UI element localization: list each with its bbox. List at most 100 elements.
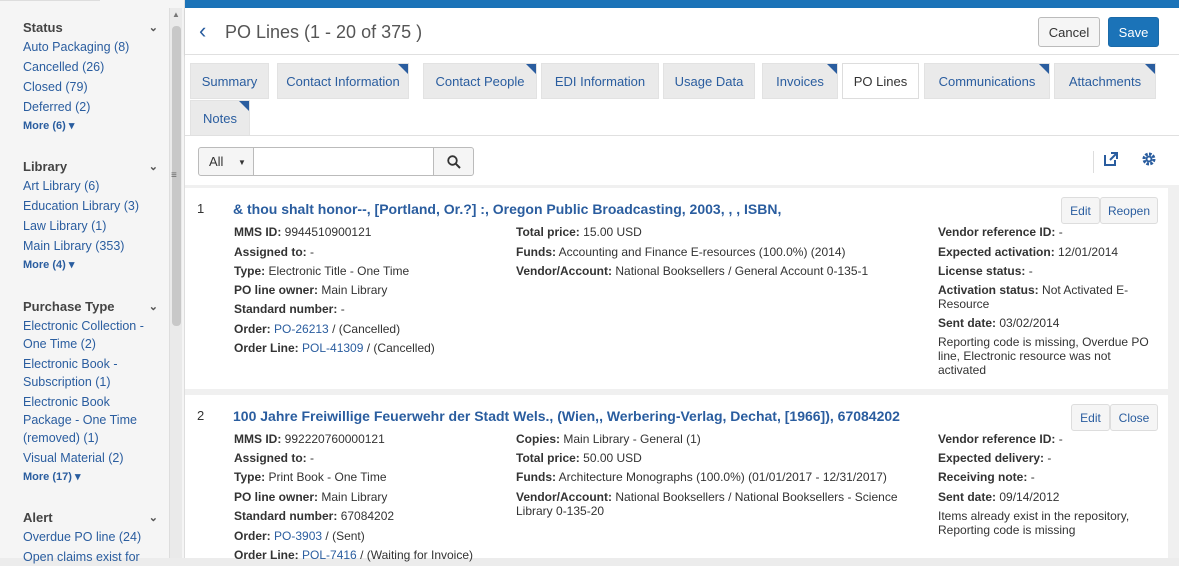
field-assigned-to: Assigned to: - — [234, 451, 315, 465]
po-line-row: 1 & thou shalt honor--, [Portland, Or.?]… — [185, 188, 1168, 389]
search-button[interactable] — [433, 147, 474, 176]
search-scope-select[interactable]: All ▼ — [198, 147, 254, 176]
chevron-down-icon[interactable]: ⌄ — [149, 511, 158, 524]
facet-item[interactable]: Auto Packaging (8) — [23, 38, 158, 56]
search-input[interactable] — [253, 147, 434, 176]
corner-indicator-icon — [239, 101, 249, 111]
close-button[interactable]: Close — [1110, 404, 1158, 431]
field-mms-id: MMS ID: 992220760000121 — [234, 432, 385, 446]
field-sent-date: Sent date: 03/02/2014 — [938, 316, 1060, 330]
chevron-down-icon[interactable]: ⌄ — [149, 21, 158, 34]
tab-usage-data[interactable]: Usage Data — [663, 63, 755, 99]
facet-title[interactable]: Status ⌄ — [23, 18, 158, 36]
edit-button[interactable]: Edit — [1061, 197, 1100, 224]
order-link[interactable]: PO-26213 — [274, 322, 329, 336]
tab-communications[interactable]: Communications — [924, 63, 1050, 99]
field-vendor-account: Vendor/Account: National Booksellers / G… — [516, 264, 869, 278]
facet-item[interactable]: Cancelled (26) — [23, 58, 158, 76]
tab-summary[interactable]: Summary — [190, 63, 269, 99]
cancel-button[interactable]: Cancel — [1038, 17, 1100, 47]
tab-po-lines[interactable]: PO Lines — [842, 63, 919, 99]
field-copies: Copies: Main Library - General (1) — [516, 432, 701, 446]
field-vendor-reference-id: Vendor reference ID: - — [938, 225, 1063, 239]
toolbar-divider — [1093, 151, 1094, 173]
facet-item[interactable]: Visual Material (2) — [23, 449, 158, 467]
order-line-link[interactable]: POL-41309 — [302, 341, 363, 355]
reopen-button[interactable]: Reopen — [1100, 197, 1158, 224]
tab-invoices[interactable]: Invoices — [762, 63, 838, 99]
row-number: 2 — [197, 408, 205, 423]
field-type: Type: Electronic Title - One Time — [234, 264, 410, 278]
field-type: Type: Print Book - One Time — [234, 470, 387, 484]
corner-indicator-icon — [827, 64, 837, 74]
field-assigned-to: Assigned to: - — [234, 245, 315, 259]
tab-edi-information[interactable]: EDI Information — [541, 63, 659, 99]
more-link[interactable]: More (17) ▾ — [23, 470, 158, 483]
field-order: Order: PO-3903 / (Sent) — [234, 529, 365, 543]
field-standard-number: Standard number: - — [234, 302, 345, 316]
field-po-line-owner: PO line owner: Main Library — [234, 490, 388, 504]
save-button[interactable]: Save — [1108, 17, 1159, 47]
tab-notes[interactable]: Notes — [190, 100, 250, 136]
facet-item[interactable]: Electronic Book - Subscription (1) — [23, 355, 158, 391]
facet-purchase-type: Purchase Type ⌄ Electronic Collection - O… — [23, 297, 158, 484]
facet-item[interactable]: Closed (79) — [23, 78, 158, 96]
facet-item[interactable]: Education Library (3) — [23, 197, 158, 215]
tab-contact-people[interactable]: Contact People — [423, 63, 537, 99]
facet-item[interactable]: Main Library (353) — [23, 237, 158, 255]
panel-resize-handle-icon[interactable]: ≡ — [171, 170, 177, 181]
field-standard-number: Standard number: 67084202 — [234, 509, 395, 523]
top-brand-bar — [185, 0, 1179, 8]
field-funds: Funds: Accounting and Finance E-resource… — [516, 245, 846, 259]
facet-item[interactable]: Art Library (6) — [23, 177, 158, 195]
page-title: PO Lines (1 - 20 of 375 ) — [225, 22, 423, 42]
facet-status: Status ⌄ Auto Packaging (8) Cancelled (26… — [23, 18, 158, 133]
field-order: Order: PO-26213 / (Cancelled) — [234, 322, 401, 336]
facet-library: Library ⌄ Art Library (6) Education Libra… — [23, 157, 158, 272]
field-receiving-note: Receiving note: - — [938, 470, 1035, 484]
main-panel: ‹ PO Lines (1 - 20 of 375 ) Cancel Save … — [185, 8, 1179, 562]
edit-button[interactable]: Edit — [1071, 404, 1110, 431]
facet-item[interactable]: Overdue PO line (24) — [23, 528, 158, 546]
field-mms-id: MMS ID: 9944510900121 — [234, 225, 372, 239]
scroll-up-arrow-icon[interactable]: ▲ — [172, 10, 180, 19]
field-activation-status: Activation status: Not Activated E-Resou… — [938, 283, 1129, 311]
search-bar: All ▼ — [185, 135, 1179, 185]
facet-item[interactable]: Electronic Book Package - One Time (remo… — [23, 393, 158, 447]
row-title-link[interactable]: & thou shalt honor--, [Portland, Or.?] :… — [233, 201, 781, 217]
more-link[interactable]: More (4) ▾ — [23, 258, 158, 271]
field-order-line: Order Line: POL-41309 / (Cancelled) — [234, 341, 435, 355]
facet-title[interactable]: Alert ⌄ — [23, 508, 158, 526]
chevron-down-icon[interactable]: ⌄ — [149, 160, 158, 173]
panel-top-divider — [0, 0, 100, 8]
field-expected-activation: Expected activation: 12/01/2014 — [938, 245, 1119, 259]
field-expected-delivery: Expected delivery: - — [938, 451, 1052, 465]
corner-indicator-icon — [526, 64, 536, 74]
back-arrow-icon[interactable]: ‹ — [199, 20, 206, 42]
facet-item[interactable]: Deferred (2) — [23, 98, 158, 116]
field-sent-date: Sent date: 09/14/2012 — [938, 490, 1060, 504]
gear-icon[interactable] — [1141, 151, 1157, 167]
facet-item[interactable]: Law Library (1) — [23, 217, 158, 235]
facets-panel: Status ⌄ Auto Packaging (8) Cancelled (26… — [0, 0, 185, 564]
po-line-row: 2 100 Jahre Freiwillige Feuerwehr der St… — [185, 395, 1168, 562]
facet-item[interactable]: Electronic Collection - One Time (2) — [23, 317, 158, 353]
more-link[interactable]: More (6) ▾ — [23, 119, 158, 132]
row-title-link[interactable]: 100 Jahre Freiwillige Feuerwehr der Stad… — [233, 408, 900, 424]
chevron-down-icon[interactable]: ⌄ — [149, 300, 158, 313]
caret-down-icon: ▾ — [74, 471, 81, 483]
order-line-link[interactable]: POL-7416 — [302, 548, 357, 562]
field-total-price: Total price: 15.00 USD — [516, 225, 642, 239]
facet-title[interactable]: Purchase Type ⌄ — [23, 297, 158, 315]
field-license-status: License status: - — [938, 264, 1033, 278]
export-icon[interactable] — [1103, 151, 1119, 167]
tab-contact-information[interactable]: Contact Information — [277, 63, 409, 99]
order-link[interactable]: PO-3903 — [274, 529, 322, 543]
facets-scrollbar[interactable]: ▲ — [169, 8, 182, 558]
corner-indicator-icon — [398, 64, 408, 74]
facet-title[interactable]: Library ⌄ — [23, 157, 158, 175]
caret-down-icon: ▾ — [68, 259, 75, 271]
tab-attachments[interactable]: Attachments — [1054, 63, 1156, 99]
facet-item[interactable]: Open claims exist for — [23, 548, 158, 566]
page-header: ‹ PO Lines (1 - 20 of 375 ) Cancel Save — [185, 8, 1179, 55]
